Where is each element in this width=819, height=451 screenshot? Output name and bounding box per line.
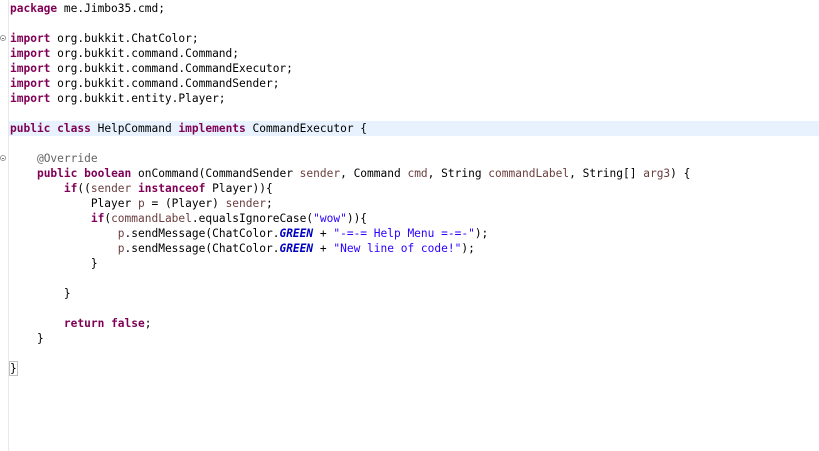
code-token: @Override bbox=[36, 152, 98, 165]
code-token: p bbox=[117, 227, 125, 240]
code-token: import bbox=[10, 62, 51, 75]
code-line[interactable]: p.sendMessage(ChatColor.GREEN + "-=-= He… bbox=[10, 226, 489, 241]
code-line[interactable]: import org.bukkit.entity.Player; bbox=[10, 91, 226, 106]
code-line[interactable]: if((sender instanceof Player)){ bbox=[10, 181, 273, 196]
code-line[interactable]: import org.bukkit.ChatColor; bbox=[10, 31, 199, 46]
code-token: org.bukkit.command.Command; bbox=[50, 47, 240, 60]
code-line[interactable]: } bbox=[10, 286, 71, 301]
code-token: cmd bbox=[407, 167, 428, 180]
code-token: "-=-= Help Menu =-=-" bbox=[333, 227, 475, 240]
code-token: } bbox=[9, 361, 18, 376]
code-token: false bbox=[111, 317, 145, 330]
code-token: sender bbox=[225, 197, 266, 210]
code-line[interactable]: if(commandLabel.equalsIgnoreCase("wow"))… bbox=[10, 211, 367, 226]
code-token: org.bukkit.ChatColor; bbox=[50, 32, 199, 45]
fold-collapse-icon[interactable] bbox=[0, 155, 6, 161]
code-token: (( bbox=[77, 182, 91, 195]
code-token: ; bbox=[144, 317, 152, 330]
code-token: import bbox=[10, 77, 51, 90]
code-token: + bbox=[313, 242, 334, 255]
code-token: import bbox=[10, 32, 51, 45]
code-token: .sendMessage(ChatColor. bbox=[124, 242, 280, 255]
code-line[interactable]: import org.bukkit.command.CommandSender; bbox=[10, 76, 279, 91]
code-line[interactable]: package me.Jimbo35.cmd; bbox=[10, 1, 165, 16]
code-token: )){ bbox=[346, 212, 368, 225]
code-token: , String[] bbox=[569, 167, 644, 180]
code-token: .equalsIgnoreCase( bbox=[191, 212, 314, 225]
code-line[interactable]: @Override bbox=[10, 151, 98, 166]
code-token: .sendMessage(ChatColor. bbox=[124, 227, 280, 240]
code-token: } bbox=[10, 257, 98, 270]
code-token: ) { bbox=[670, 167, 691, 180]
code-token: "wow" bbox=[313, 212, 347, 225]
code-token: , String bbox=[427, 167, 489, 180]
code-token: ); bbox=[461, 242, 475, 255]
code-token: } bbox=[10, 332, 44, 345]
code-token: if bbox=[90, 212, 105, 225]
code-token: package bbox=[10, 2, 58, 15]
code-line[interactable]: } bbox=[9, 361, 18, 376]
code-line[interactable]: import org.bukkit.command.CommandExecuto… bbox=[10, 61, 293, 76]
code-line[interactable]: public class HelpCommand implements Comm… bbox=[10, 121, 367, 136]
code-token: org.bukkit.command.CommandExecutor; bbox=[50, 62, 293, 75]
code-token: import bbox=[10, 92, 51, 105]
code-token: me.Jimbo35.cmd; bbox=[57, 2, 165, 15]
code-token: } bbox=[10, 287, 71, 300]
code-token: p bbox=[117, 242, 125, 255]
code-token: arg3 bbox=[643, 167, 671, 180]
code-line[interactable]: public boolean onCommand(CommandSender s… bbox=[10, 166, 690, 181]
code-token: "New line of code!" bbox=[333, 242, 462, 255]
code-token: public bbox=[10, 122, 51, 135]
fold-collapse-icon[interactable] bbox=[0, 35, 6, 41]
code-token: p bbox=[137, 197, 145, 210]
code-line[interactable]: } bbox=[10, 331, 44, 346]
code-line[interactable]: Player p = (Player) sender; bbox=[10, 196, 273, 211]
code-token: instanceof bbox=[138, 182, 206, 195]
code-token: CommandExecutor { bbox=[245, 122, 368, 135]
code-token: implements bbox=[178, 122, 246, 135]
code-token: + bbox=[313, 227, 334, 240]
code-token: , Command bbox=[340, 167, 408, 180]
code-token: class bbox=[57, 122, 91, 135]
code-editor[interactable]: package me.Jimbo35.cmd; import org.bukkit… bbox=[0, 0, 819, 451]
code-token: boolean bbox=[84, 167, 132, 180]
code-token: = (Player) bbox=[144, 197, 226, 210]
code-token: GREEN bbox=[279, 227, 314, 240]
code-token: import bbox=[10, 47, 51, 60]
code-token: commandLabel bbox=[111, 212, 192, 225]
code-token: Player bbox=[10, 197, 138, 210]
code-token: Player)){ bbox=[205, 182, 273, 195]
code-line[interactable]: import org.bukkit.command.Command; bbox=[10, 46, 239, 61]
code-token: sender bbox=[90, 182, 132, 195]
code-token: return bbox=[63, 317, 105, 330]
code-token: ); bbox=[474, 227, 489, 240]
code-token: HelpCommand bbox=[90, 122, 179, 135]
code-token: sender bbox=[299, 167, 341, 180]
code-token: org.bukkit.command.CommandSender; bbox=[50, 77, 280, 90]
code-token: public bbox=[36, 167, 78, 180]
code-token: GREEN bbox=[279, 242, 314, 255]
editor-gutter bbox=[0, 0, 9, 451]
code-token: if bbox=[63, 182, 78, 195]
code-token: onCommand(CommandSender bbox=[131, 167, 300, 180]
code-token: commandLabel bbox=[488, 167, 570, 180]
code-line[interactable]: return false; bbox=[10, 316, 152, 331]
code-line[interactable]: } bbox=[10, 256, 98, 271]
code-token: ; bbox=[265, 197, 273, 210]
code-token: org.bukkit.entity.Player; bbox=[50, 92, 226, 105]
code-line[interactable]: p.sendMessage(ChatColor.GREEN + "New lin… bbox=[10, 241, 475, 256]
